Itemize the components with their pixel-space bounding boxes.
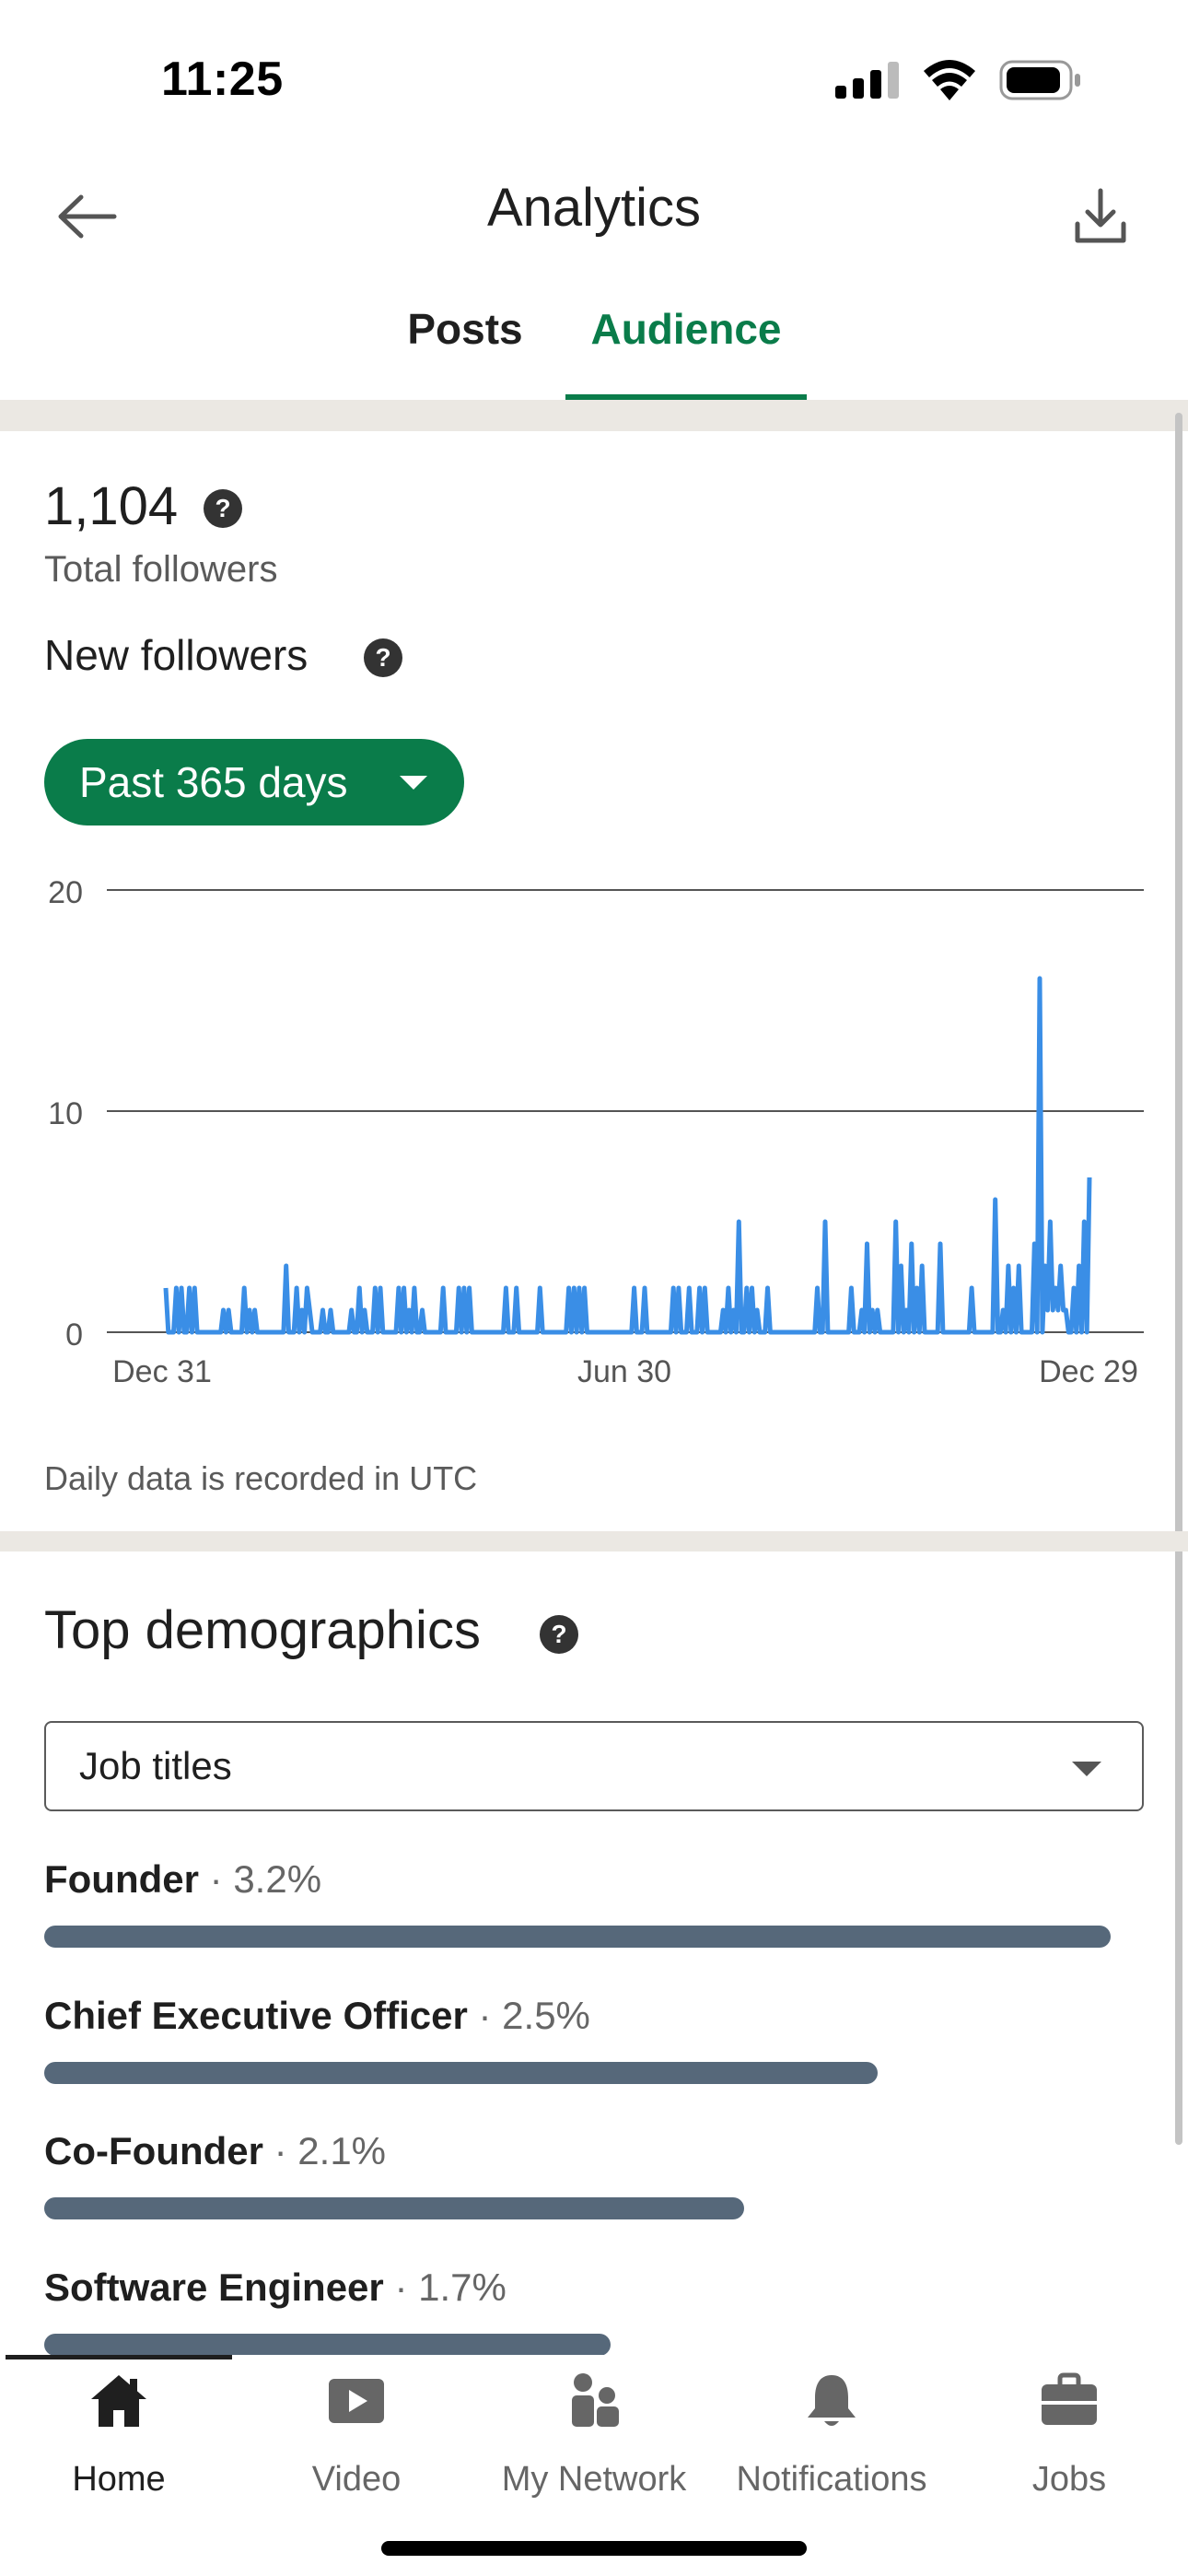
nav-jobs[interactable]: Jobs <box>950 2371 1188 2510</box>
new-followers-heading: New followers <box>44 631 309 679</box>
nav-video[interactable]: Video <box>238 2371 475 2510</box>
demographic-row: Co-Founder · 2.1% <box>44 2129 1149 2267</box>
status-icons <box>835 57 1082 103</box>
demographic-percent: 1.7% <box>418 2266 507 2309</box>
nav-home[interactable]: Home <box>0 2371 238 2510</box>
demographic-row: Founder · 3.2% <box>44 1857 1149 1996</box>
home-icon <box>91 2375 146 2427</box>
briefcase-icon <box>1042 2372 1097 2425</box>
caret-down-icon <box>400 776 427 790</box>
date-range-dropdown[interactable]: Past 365 days <box>44 739 464 825</box>
svg-text:?: ? <box>375 643 390 672</box>
y-tick-label: 0 <box>65 1317 83 1352</box>
page-title: Analytics <box>486 178 702 238</box>
help-icon[interactable]: ? <box>203 488 243 529</box>
signal-icon <box>835 62 899 99</box>
demographic-title: Co-Founder <box>44 2129 263 2172</box>
separator: · <box>394 2266 408 2309</box>
nav-label: My Network <box>501 2460 687 2499</box>
total-followers-label: Total followers <box>44 549 278 590</box>
nav-label: Home <box>72 2460 166 2499</box>
download-button[interactable] <box>1059 175 1142 258</box>
total-followers-count: 1,104 <box>44 476 179 536</box>
demographic-title: Founder <box>44 1857 199 1901</box>
chart-footnote: Daily data is recorded in UTC <box>44 1459 478 1497</box>
help-icon[interactable]: ? <box>539 1614 579 1655</box>
status-bar: 11:25 <box>0 0 1188 157</box>
demographic-bar <box>44 1926 1111 1948</box>
status-time: 11:25 <box>161 53 284 106</box>
select-value: Job titles <box>79 1744 232 1787</box>
separator: · <box>478 1994 492 2037</box>
demographic-bar <box>44 2062 878 2084</box>
demographic-percent: 3.2% <box>233 1857 322 1901</box>
tab-audience[interactable]: Audience <box>565 304 807 400</box>
demographic-bar <box>44 2197 744 2219</box>
x-tick-label: Jun 30 <box>577 1354 671 1389</box>
nav-my-network[interactable]: My Network <box>475 2371 713 2510</box>
separator: · <box>209 1857 223 1901</box>
demographics-title: Top demographics <box>44 1600 481 1660</box>
battery-icon <box>999 60 1080 100</box>
video-icon <box>329 2379 384 2423</box>
home-indicator <box>381 2541 807 2556</box>
section-divider <box>0 1531 1188 1551</box>
tab-posts[interactable]: Posts <box>368 304 562 400</box>
new-followers-chart: 0 10 20 Dec 31 Jun 30 Dec 29 <box>48 875 1144 1389</box>
nav-label: Notifications <box>736 2460 927 2499</box>
demographic-percent: 2.1% <box>297 2129 387 2172</box>
svg-text:?: ? <box>551 1620 566 1648</box>
demographic-type-select[interactable]: Job titles <box>44 1721 1144 1811</box>
demographic-bar <box>44 2334 611 2356</box>
nav-label: Jobs <box>1031 2460 1107 2499</box>
caret-down-icon <box>1072 1762 1101 1776</box>
header: Analytics <box>0 157 1188 258</box>
separator: · <box>274 2129 287 2172</box>
nav-notifications[interactable]: Notifications <box>713 2371 950 2510</box>
network-icon <box>572 2373 619 2427</box>
active-nav-indicator <box>6 2355 232 2359</box>
demographic-row: Chief Executive Officer · 2.5% <box>44 1994 1149 2132</box>
help-icon[interactable]: ? <box>363 638 403 678</box>
x-tick-label: Dec 29 <box>1039 1354 1138 1389</box>
y-tick-label: 10 <box>48 1096 83 1131</box>
svg-text:?: ? <box>215 494 230 522</box>
wifi-icon <box>924 60 975 100</box>
nav-label: Video <box>311 2460 402 2499</box>
bell-icon <box>808 2375 856 2426</box>
date-range-label: Past 365 days <box>79 758 348 806</box>
demographic-title: Software Engineer <box>44 2266 384 2309</box>
demographic-title: Chief Executive Officer <box>44 1994 468 2037</box>
y-tick-label: 20 <box>48 875 83 910</box>
x-tick-label: Dec 31 <box>112 1354 212 1389</box>
series-line <box>163 976 1092 1335</box>
section-divider <box>0 400 1188 431</box>
download-icon <box>1075 188 1126 243</box>
demographic-percent: 2.5% <box>502 1994 590 2037</box>
tab-bar: Posts Audience <box>0 295 1188 400</box>
